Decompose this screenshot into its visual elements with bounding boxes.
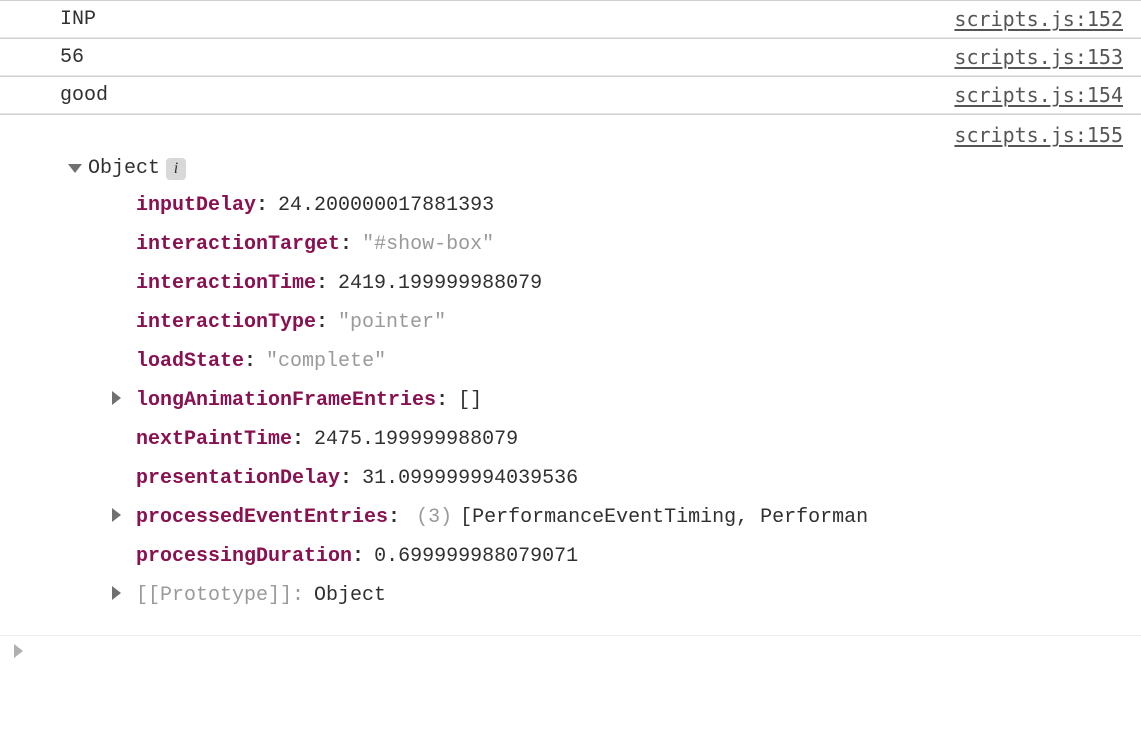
object-property[interactable]: [[Prototype]]: Object xyxy=(112,576,1123,615)
object-property[interactable]: interactionType: "pointer" xyxy=(112,303,1123,342)
property-key: processedEventEntries xyxy=(136,498,388,537)
console-prompt[interactable] xyxy=(0,635,1141,666)
property-value: "pointer" xyxy=(338,303,446,342)
source-link[interactable]: scripts.js:152 xyxy=(954,7,1123,31)
console-log-message: good xyxy=(60,84,108,107)
property-value: "complete" xyxy=(266,342,386,381)
chevron-right-icon xyxy=(14,644,23,658)
source-link[interactable]: scripts.js:154 xyxy=(954,83,1123,107)
object-label: Object xyxy=(88,157,160,180)
property-key: interactionTarget xyxy=(136,225,340,264)
object-property[interactable]: interactionTarget: "#show-box" xyxy=(112,225,1123,264)
object-property[interactable]: nextPaintTime: 2475.199999988079 xyxy=(112,420,1123,459)
disclosure-toggle[interactable] xyxy=(112,381,136,420)
object-property[interactable]: interactionTime: 2419.199999988079 xyxy=(112,264,1123,303)
chevron-right-icon xyxy=(112,508,121,522)
property-value: "#show-box" xyxy=(362,225,494,264)
disclosure-toggle[interactable] xyxy=(112,576,136,615)
property-key: processingDuration xyxy=(136,537,352,576)
property-value: 31.099999994039536 xyxy=(362,459,578,498)
object-properties: inputDelay: 24.200000017881393 interacti… xyxy=(60,180,1123,615)
console-log-message: 56 xyxy=(60,46,84,69)
property-value: 0.699999988079071 xyxy=(374,537,578,576)
property-key: presentationDelay xyxy=(136,459,340,498)
array-count: (3) xyxy=(416,498,452,537)
chevron-down-icon[interactable] xyxy=(68,164,82,173)
property-value: 24.200000017881393 xyxy=(278,186,494,225)
source-link[interactable]: scripts.js:155 xyxy=(954,123,1123,147)
disclosure-toggle[interactable] xyxy=(112,498,136,537)
console-log-row: INP scripts.js:152 xyxy=(0,0,1141,38)
console-object-entry: scripts.js:155 Object i inputDelay: 24.2… xyxy=(0,114,1141,635)
property-key: [[Prototype]] xyxy=(136,576,292,615)
console-log-row: good scripts.js:154 xyxy=(0,76,1141,114)
object-property[interactable]: longAnimationFrameEntries: [] xyxy=(112,381,1123,420)
object-header[interactable]: Object i xyxy=(68,157,1123,180)
object-property[interactable]: loadState: "complete" xyxy=(112,342,1123,381)
property-key: nextPaintTime xyxy=(136,420,292,459)
object-property[interactable]: presentationDelay: 31.099999994039536 xyxy=(112,459,1123,498)
chevron-right-icon xyxy=(112,586,121,600)
chevron-right-icon xyxy=(112,391,121,405)
object-property[interactable]: processingDuration: 0.699999988079071 xyxy=(112,537,1123,576)
property-value: [PerformanceEventTiming, Performan xyxy=(460,498,868,537)
property-value: 2475.199999988079 xyxy=(314,420,518,459)
source-link[interactable]: scripts.js:153 xyxy=(954,45,1123,69)
object-property[interactable]: inputDelay: 24.200000017881393 xyxy=(112,186,1123,225)
info-icon[interactable]: i xyxy=(166,158,186,180)
property-key: interactionType xyxy=(136,303,316,342)
property-key: loadState xyxy=(136,342,244,381)
property-key: interactionTime xyxy=(136,264,316,303)
console-log-message: INP xyxy=(60,8,96,31)
console-log-row: 56 scripts.js:153 xyxy=(0,38,1141,76)
property-value: Object xyxy=(314,576,386,615)
property-value: [] xyxy=(458,381,482,420)
property-key: longAnimationFrameEntries xyxy=(136,381,436,420)
property-value: 2419.199999988079 xyxy=(338,264,542,303)
property-key: inputDelay xyxy=(136,186,256,225)
object-property[interactable]: processedEventEntries: (3) [PerformanceE… xyxy=(112,498,1123,537)
